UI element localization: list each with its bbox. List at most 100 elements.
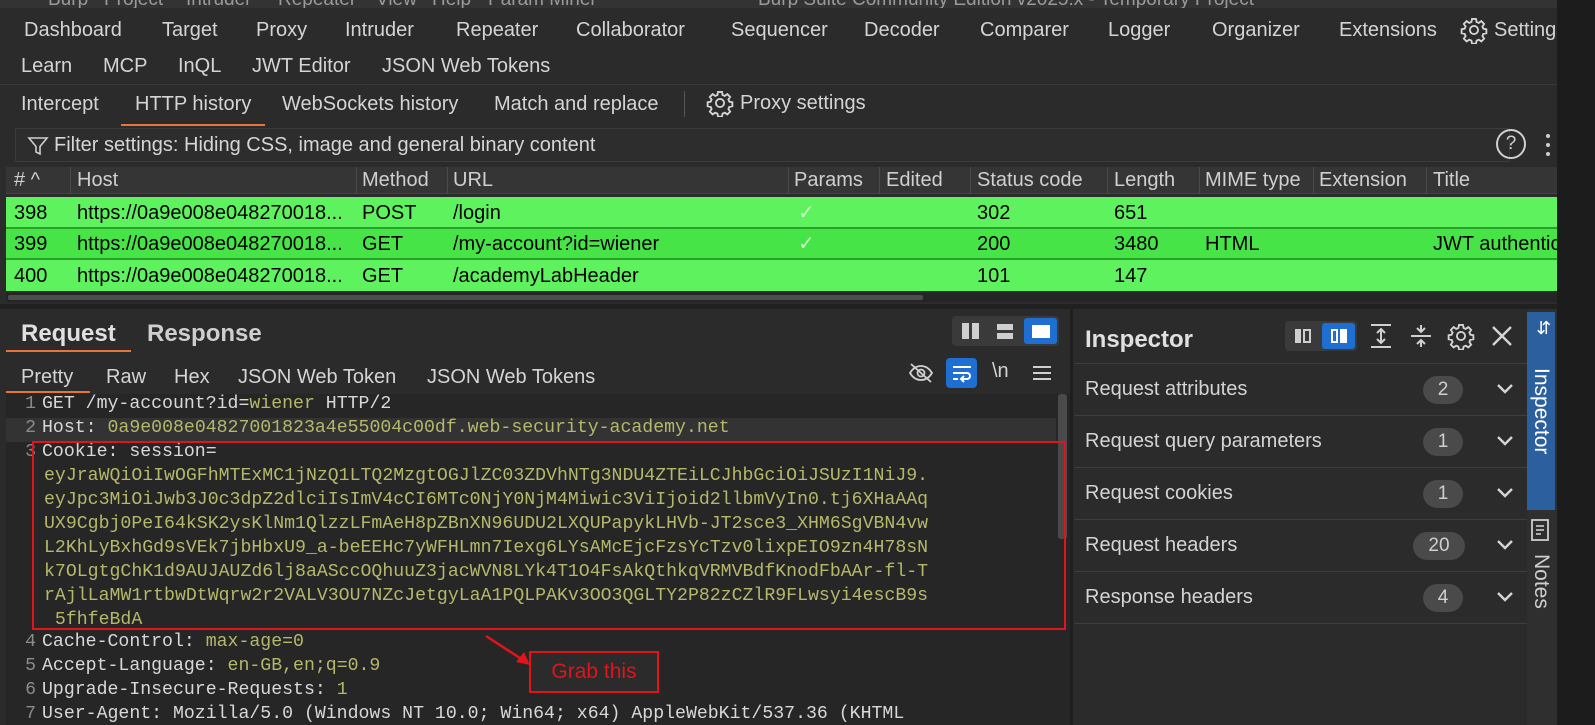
header-name: Host: [42,418,108,438]
tab-proxy[interactable]: Proxy [241,19,322,52]
more-options-icon[interactable] [1545,131,1551,157]
tab-comparer[interactable]: Comparer [980,19,1069,42]
side-tab-inspector[interactable]: ⇆ Inspector [1527,312,1555,510]
collapse-all-icon[interactable] [1406,322,1436,350]
tab-target[interactable]: Target [162,19,218,42]
side-tab-notes[interactable]: Notes [1527,512,1555,627]
chevron-down-icon [1497,592,1513,602]
split-horizontal-icon[interactable] [990,319,1020,343]
col-header-url[interactable]: URL [453,169,493,192]
tab-mcp[interactable]: MCP [103,55,147,78]
tab-collaborator[interactable]: Collaborator [576,19,685,42]
col-header-host[interactable]: Host [77,169,118,192]
row-method: GET [362,265,404,287]
extension-tab-bar: Learn MCP InQL JWT Editor JSON Web Token… [0,48,1595,84]
filter-settings-bar[interactable]: Filter settings: Hiding CSS, image and g… [15,128,1510,162]
menu-item-project[interactable]: Project [104,0,163,8]
row-title: JWT authentic [1433,233,1561,255]
line-number: 5 [25,656,36,676]
tab-websockets-history[interactable]: WebSockets history [282,93,458,116]
tab-match-and-replace[interactable]: Match and replace [494,93,659,116]
tab-decoder[interactable]: Decoder [864,19,940,42]
panel-splitter[interactable] [1070,309,1073,725]
col-header-title[interactable]: Title [1433,169,1470,192]
annotation-label: Grab this [529,651,659,693]
tab-response[interactable]: Response [147,320,262,348]
tab-jwt-editor[interactable]: JWT Editor [252,55,351,78]
table-row-selected[interactable]: 399 https://0a9e008e048270018... GET /my… [6,227,1576,260]
wrap-lines-icon[interactable] [946,358,977,388]
inspector-response-headers[interactable]: Response headers 4 [1075,572,1540,624]
tab-learn[interactable]: Learn [21,55,72,78]
active-tab-indicator [6,350,131,352]
tab-json-web-tokens-view[interactable]: JSON Web Tokens [427,366,595,389]
line-number: 4 [25,632,36,652]
tab-intruder[interactable]: Intruder [345,19,414,42]
gear-icon[interactable] [1446,321,1476,351]
menu-item-help[interactable]: Help [432,0,471,8]
hamburger-menu-icon[interactable] [1030,360,1054,386]
show-newlines-toggle[interactable]: \n [992,360,1009,383]
menu-item-burp[interactable]: Burp [48,0,88,8]
horizontal-scrollbar[interactable] [6,293,1576,302]
col-header-length[interactable]: Length [1114,169,1175,192]
header-value: 0a9e008e04827001823a4e55004c00df.web-sec… [107,418,730,438]
col-header-mime-type[interactable]: MIME type [1205,169,1301,192]
col-header-extension[interactable]: Extension [1319,169,1407,192]
tab-request[interactable]: Request [21,320,116,348]
tab-pretty[interactable]: Pretty [21,366,73,389]
header-value: max-age=0 [205,632,304,652]
window-edge [1557,0,1595,725]
menu-item-repeater[interactable]: Repeater [278,0,356,8]
check-icon: ✓ [798,202,815,224]
table-row[interactable]: 398 https://0a9e008e048270018... POST /l… [6,197,1576,228]
close-icon[interactable] [1488,322,1516,350]
col-header-number[interactable]: # ^ [14,169,40,192]
gear-icon [1460,17,1488,44]
side-tab-inspector-label: Inspector [1530,368,1553,455]
col-header-params[interactable]: Params [794,169,863,192]
inspector-request-headers[interactable]: Request headers 20 [1075,520,1540,572]
tab-raw[interactable]: Raw [106,366,146,389]
query-value: wiener [249,394,315,414]
table-row[interactable]: 400 https://0a9e008e048270018... GET /ac… [6,260,1576,291]
row-host: https://0a9e008e048270018... [77,233,343,255]
proxy-settings-button[interactable]: Proxy settings [706,89,866,117]
row-number: 400 [14,265,48,287]
tab-http-history[interactable]: HTTP history [120,93,266,126]
menu-item-view[interactable]: View [376,0,417,8]
tab-logger[interactable]: Logger [1108,19,1170,42]
tab-repeater[interactable]: Repeater [456,19,538,42]
section-label: Response headers [1085,586,1253,608]
inspector-request-query-parameters[interactable]: Request query parameters 1 [1075,416,1540,468]
tab-inql[interactable]: InQL [178,55,221,78]
tab-json-web-tokens[interactable]: JSON Web Tokens [382,55,550,78]
count-badge: 4 [1423,584,1463,612]
layout-split-icon[interactable] [1322,323,1355,349]
menu-item-intruder[interactable]: Intruder [186,0,251,8]
inspector-request-cookies[interactable]: Request cookies 1 [1075,468,1540,520]
row-length: 147 [1114,265,1148,287]
tab-extensions[interactable]: Extensions [1339,19,1437,42]
layout-single-icon[interactable] [1288,324,1318,348]
tab-organizer[interactable]: Organizer [1212,19,1300,42]
col-header-method[interactable]: Method [362,169,429,192]
tabs-layout-icon[interactable] [1024,318,1057,344]
col-header-edited[interactable]: Edited [886,169,943,192]
inspector-request-attributes[interactable]: Request attributes 2 [1075,364,1540,416]
help-icon[interactable]: ? [1496,129,1526,159]
tab-dashboard[interactable]: Dashboard [24,19,122,42]
tab-json-web-token[interactable]: JSON Web Token [238,366,396,389]
header-value: en-GB,en;q=0.9 [227,656,381,676]
tab-hex[interactable]: Hex [174,366,210,389]
history-table-header: # ^ Host Method URL Params Edited Status… [6,167,1576,194]
hide-nonprintable-icon[interactable] [906,359,936,387]
tab-sequencer[interactable]: Sequencer [731,19,828,42]
split-vertical-icon[interactable] [955,319,985,343]
col-header-status-code[interactable]: Status code [977,169,1083,192]
expand-all-icon[interactable] [1366,322,1396,350]
count-badge: 20 [1413,532,1465,560]
menu-item-param-miner[interactable]: Param Miner [488,0,597,8]
tab-intercept[interactable]: Intercept [21,93,99,116]
section-label: Request headers [1085,534,1238,556]
